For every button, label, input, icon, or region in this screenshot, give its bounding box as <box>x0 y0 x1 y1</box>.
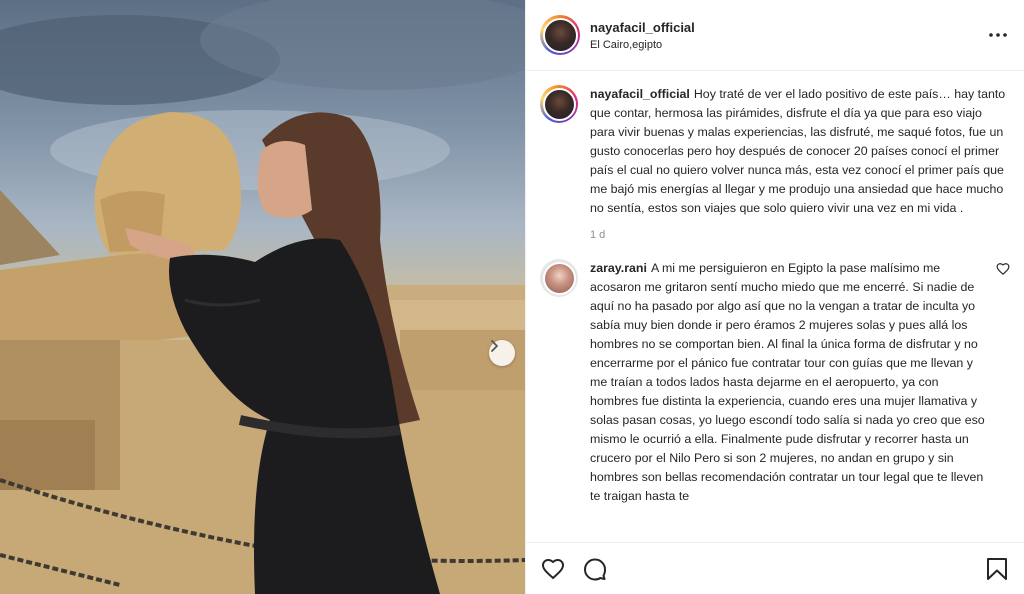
caption-avatar[interactable] <box>540 85 578 123</box>
post-side-panel: nayafacil_official El Cairo,egipto nayaf… <box>525 0 1024 594</box>
avatar[interactable] <box>540 15 580 55</box>
more-options-button[interactable] <box>986 23 1010 47</box>
avatar-image <box>542 261 576 295</box>
comment-text: A mi me persiguieron en Egipto la pase m… <box>590 261 985 503</box>
post-location[interactable]: El Cairo,egipto <box>590 39 986 51</box>
more-options-icon <box>989 33 1007 37</box>
comment-icon <box>584 558 606 580</box>
action-bar <box>526 542 1024 594</box>
bookmark-icon <box>987 557 1007 580</box>
caption-body: nayafacil_official Hoy traté de ver el la… <box>590 85 1010 245</box>
post-header: nayafacil_official El Cairo,egipto <box>526 0 1024 71</box>
caption-author[interactable]: nayafacil_official <box>590 87 690 101</box>
photo-illustration <box>0 0 525 594</box>
post-photo[interactable] <box>0 0 525 594</box>
next-photo-button[interactable] <box>489 340 515 366</box>
comment-like-icon[interactable] <box>996 262 1010 276</box>
avatar-image <box>542 17 578 53</box>
comments-list[interactable]: nayafacil_official Hoy traté de ver el la… <box>526 71 1024 542</box>
comment-author[interactable]: zaray.rani <box>590 261 647 275</box>
like-button[interactable] <box>540 556 566 582</box>
chevron-right-icon <box>491 340 498 352</box>
comment-item: zaray.rani A mi me persiguieron en Egipto… <box>540 259 1010 506</box>
caption-time: 1 d <box>590 229 606 241</box>
avatar-image <box>542 87 576 121</box>
save-button[interactable] <box>984 556 1010 582</box>
caption: nayafacil_official Hoy traté de ver el la… <box>540 85 1010 245</box>
heart-icon <box>542 558 564 579</box>
instagram-post: nayafacil_official El Cairo,egipto nayaf… <box>0 0 1024 594</box>
comment-avatar[interactable] <box>540 259 578 297</box>
header-text: nayafacil_official El Cairo,egipto <box>590 20 986 51</box>
comment-button[interactable] <box>582 556 608 582</box>
caption-text: Hoy traté de ver el lado positivo de est… <box>590 87 1006 215</box>
comment-body: zaray.rani A mi me persiguieron en Egipto… <box>590 259 988 506</box>
post-username[interactable]: nayafacil_official <box>590 20 986 35</box>
